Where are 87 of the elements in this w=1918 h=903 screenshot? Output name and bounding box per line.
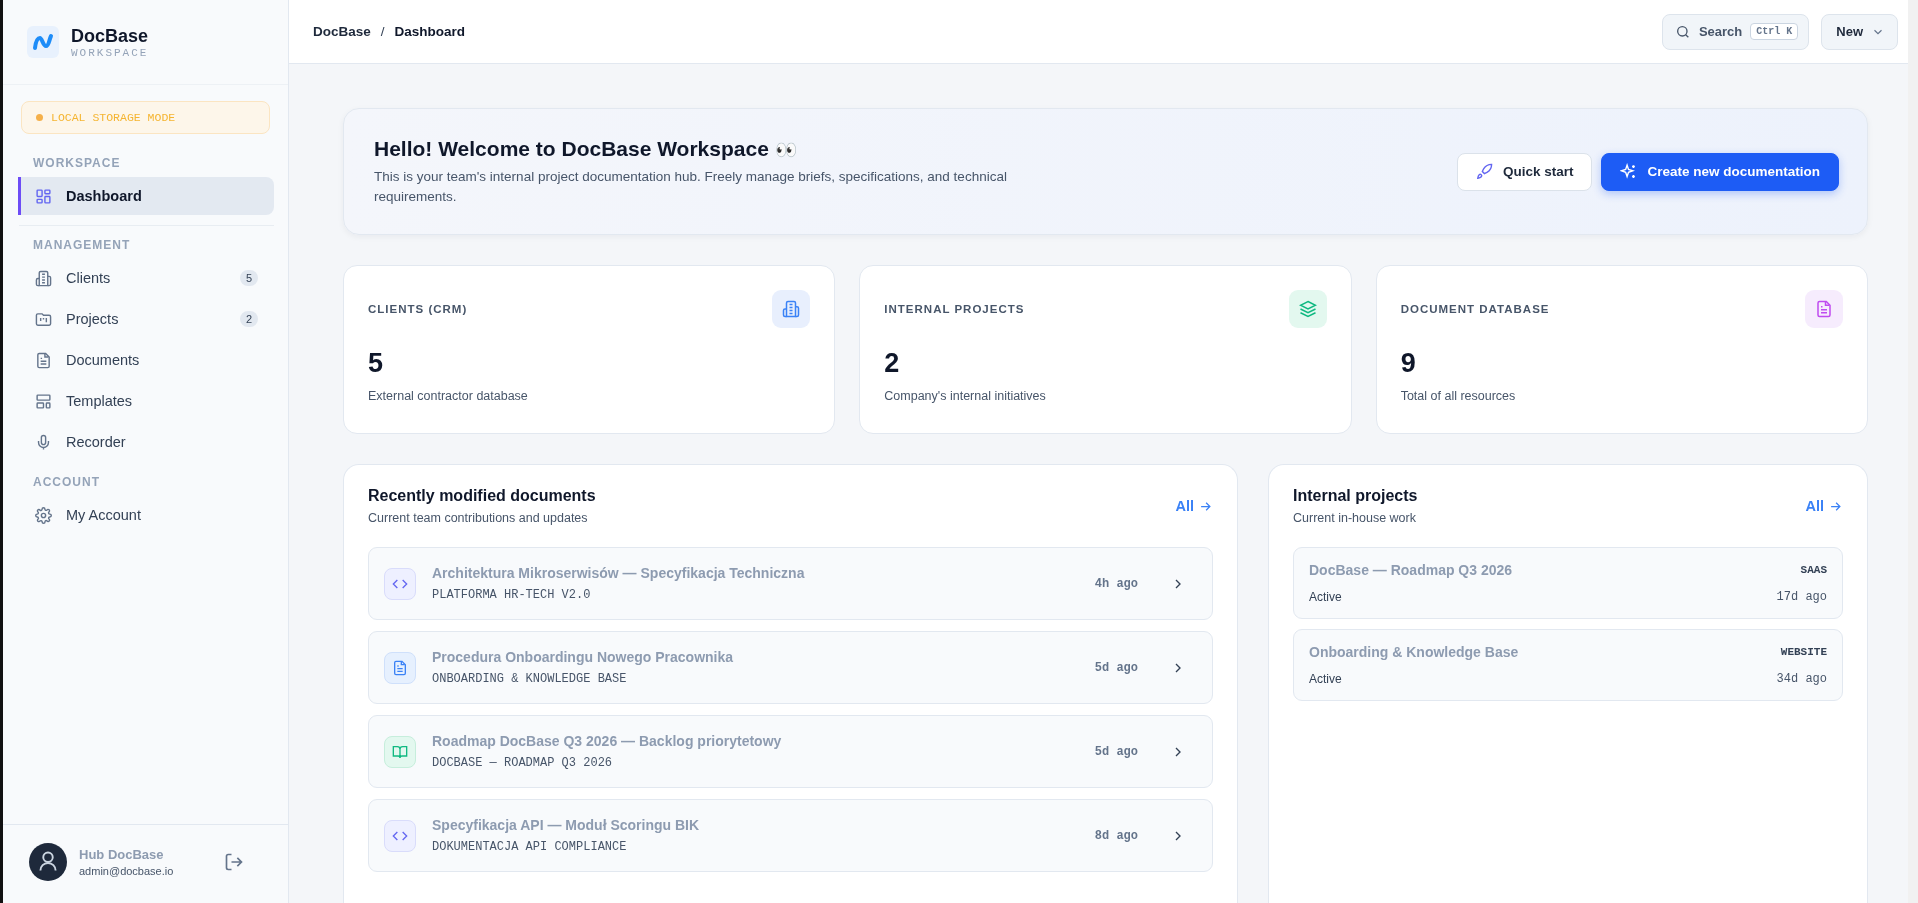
project-row[interactable]: DocBase — Roadmap Q3 2026 SAAS Active 17d ago bbox=[1293, 547, 1843, 620]
breadcrumb-item[interactable]: DocBase bbox=[313, 24, 371, 39]
document-row[interactable]: Procedura Onboardingu Nowego Pracownika ONBOARDING & KNOWLEDGE BASE 5d ago bbox=[368, 631, 1213, 705]
stat-caption: Company's internal initiatives bbox=[884, 389, 1047, 404]
search-button[interactable]: Search Ctrl K bbox=[1661, 13, 1810, 50]
stat-label: INTERNAL PROJECTS bbox=[884, 303, 1025, 316]
project-time: 34d ago bbox=[1776, 672, 1827, 687]
stat-label: CLIENTS (CRM) bbox=[368, 303, 468, 316]
document-icon bbox=[35, 351, 52, 369]
storage-mode-badge: LOCAL STORAGE MODE bbox=[21, 101, 270, 134]
document-time: 5d ago bbox=[1094, 660, 1138, 675]
layout-icon bbox=[35, 392, 52, 410]
project-status: Active bbox=[1309, 590, 1342, 605]
document-row[interactable]: Roadmap DocBase Q3 2026 — Backlog priorytetowy DOCBASE — ROADMAP Q3 2026 5d ago bbox=[368, 715, 1213, 789]
project-type: SAAS bbox=[1800, 564, 1827, 577]
rocket-icon bbox=[1475, 163, 1493, 181]
create-documentation-button[interactable]: Create new documentation bbox=[1601, 152, 1839, 191]
document-project: DOKUMENTACJA API COMPLIANCE bbox=[432, 840, 628, 855]
view-all-link[interactable]: All bbox=[1175, 498, 1213, 515]
user-name: Hub DocBase bbox=[79, 847, 165, 862]
brand-name: DocBase bbox=[71, 25, 149, 47]
project-title: DocBase — Roadmap Q3 2026 bbox=[1309, 562, 1513, 579]
document-time: 5d ago bbox=[1094, 744, 1138, 759]
count-badge: 5 bbox=[239, 270, 258, 286]
stat-value: 5 bbox=[368, 348, 385, 380]
stat-value: 2 bbox=[884, 348, 901, 380]
panel-subtitle: Current in-house work bbox=[1293, 511, 1417, 526]
stat-label: DOCUMENT DATABASE bbox=[1400, 303, 1550, 316]
nav-item[interactable]: Clients 5 bbox=[18, 259, 274, 297]
nav-item[interactable]: Projects 2 bbox=[18, 300, 274, 338]
document-project: DOCBASE — ROADMAP Q3 2026 bbox=[432, 756, 614, 771]
document-project: ONBOARDING & KNOWLEDGE BASE bbox=[432, 672, 628, 687]
avatar-icon bbox=[29, 843, 67, 881]
project-row[interactable]: Onboarding & Knowledge Base WEBSITE Active 34d ago bbox=[1293, 629, 1843, 702]
stat-caption: External contractor database bbox=[368, 389, 529, 404]
search-label: Search bbox=[1698, 24, 1743, 39]
section-label: ACCOUNT bbox=[32, 474, 101, 491]
document-icon bbox=[392, 659, 408, 676]
document-title: Architektura Mikroserwisów — Specyfikacja Techniczna bbox=[432, 565, 806, 582]
microphone-icon bbox=[35, 433, 52, 451]
quick-start-button[interactable]: Quick start bbox=[1456, 152, 1593, 191]
logout-icon[interactable] bbox=[224, 852, 244, 872]
panel-subtitle: Current team contributions and updates bbox=[368, 511, 589, 526]
breadcrumb-item[interactable]: Dashboard bbox=[394, 24, 466, 39]
count-badge: 2 bbox=[239, 311, 258, 327]
settings-icon bbox=[35, 506, 52, 524]
panel-title: Recently modified documents bbox=[368, 487, 596, 506]
project-type: WEBSITE bbox=[1780, 646, 1827, 659]
folder-icon bbox=[35, 310, 52, 328]
grid-icon bbox=[35, 187, 52, 205]
nav-item[interactable]: Dashboard bbox=[18, 177, 274, 215]
stat-caption: Total of all resources bbox=[1400, 389, 1517, 404]
layers-icon bbox=[1298, 300, 1317, 319]
user-email: admin@docbase.io bbox=[79, 865, 175, 877]
sparkles-icon bbox=[1620, 163, 1638, 181]
document-row[interactable]: Specyfikacja API — Moduł Scoringu BIK DOKUMENTACJA API COMPLIANCE 8d ago bbox=[368, 799, 1213, 873]
document-title: Specyfikacja API — Moduł Scoringu BIK bbox=[432, 817, 701, 834]
document-project: PLATFORMA HR-TECH V2.0 bbox=[432, 588, 592, 603]
search-icon bbox=[1674, 23, 1691, 40]
view-all-link[interactable]: All bbox=[1805, 498, 1843, 515]
project-time: 17d ago bbox=[1776, 590, 1827, 605]
section-label: MANAGEMENT bbox=[32, 237, 132, 254]
keyboard-shortcut: Ctrl K bbox=[1750, 23, 1799, 40]
welcome-text: This is your team's internal project documentation hub. Freely manage briefs, specifications, and technical requirements. bbox=[374, 168, 1008, 206]
nav-item[interactable]: My Account bbox=[18, 496, 274, 534]
welcome-title: Hello! Welcome to DocBase Workspace 👀 bbox=[374, 137, 798, 161]
panel-title: Internal projects bbox=[1293, 487, 1418, 506]
nav-item[interactable]: Documents bbox=[18, 341, 274, 379]
brand-subtitle: WORKSPACE bbox=[71, 46, 149, 59]
nav-item[interactable]: Templates bbox=[18, 382, 274, 420]
nav-item[interactable]: Recorder bbox=[18, 423, 274, 461]
new-button[interactable]: New bbox=[1821, 13, 1898, 50]
document-title: Roadmap DocBase Q3 2026 — Backlog priorytetowy bbox=[432, 733, 783, 750]
breadcrumb-separator: / bbox=[380, 24, 385, 39]
section-label: WORKSPACE bbox=[32, 155, 122, 172]
stat-value: 9 bbox=[1400, 348, 1417, 380]
document-time: 4h ago bbox=[1094, 576, 1138, 591]
document-title: Procedura Onboardingu Nowego Pracownika bbox=[432, 649, 735, 666]
building-icon bbox=[35, 269, 52, 287]
project-status: Active bbox=[1309, 672, 1342, 687]
document-row[interactable]: Architektura Mikroserwisów — Specyfikacja Techniczna PLATFORMA HR-TECH V2.0 4h ago bbox=[368, 547, 1213, 621]
document-icon bbox=[1815, 300, 1833, 319]
building-icon bbox=[782, 300, 801, 319]
document-time: 8d ago bbox=[1094, 828, 1138, 843]
project-title: Onboarding & Knowledge Base bbox=[1309, 644, 1519, 661]
logo-icon bbox=[27, 26, 59, 58]
book-icon bbox=[392, 743, 408, 760]
